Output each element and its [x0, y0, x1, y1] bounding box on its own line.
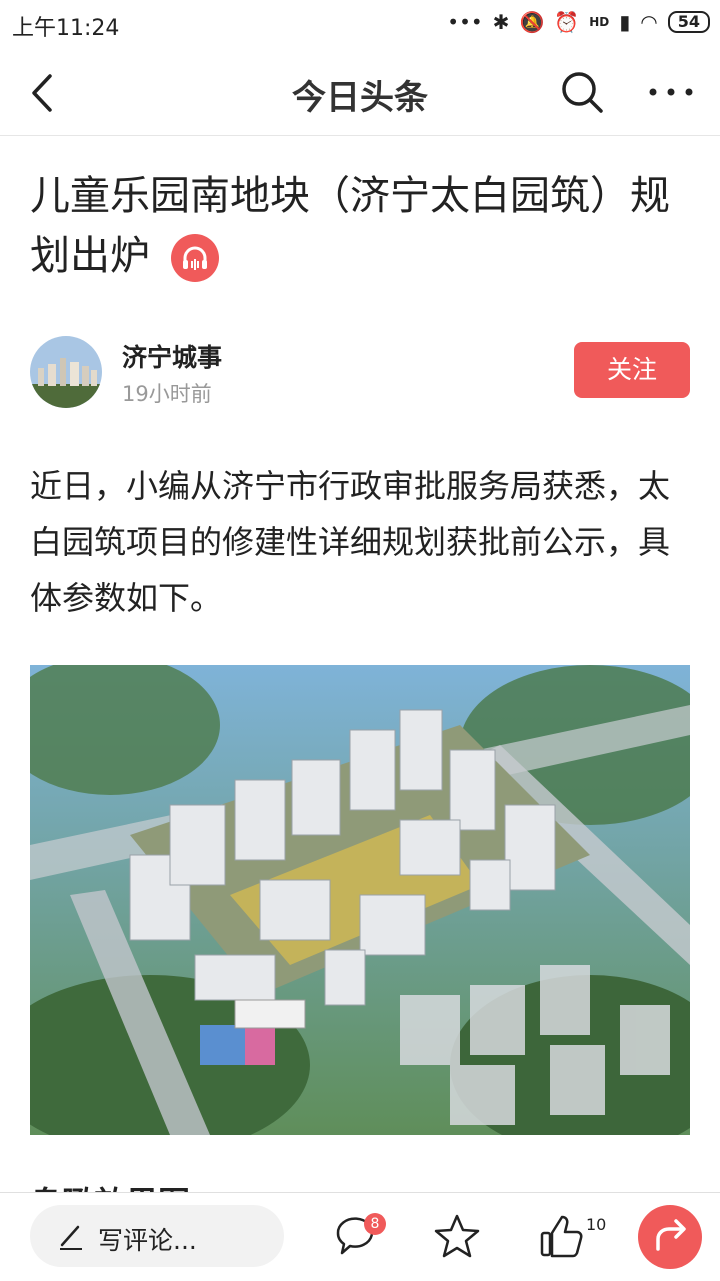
article-title-text: 儿童乐园南地块（济宁太白园筑）规划出炉 — [30, 173, 670, 279]
status-bar: 上午11:24 ••• ✱ 🔕 ⏰ HD ▮ ◠ 54 — [0, 0, 720, 50]
follow-button[interactable]: 关注 — [574, 342, 690, 398]
thumbs-up-icon[interactable] — [538, 1211, 588, 1261]
comment-placeholder: 写评论... — [98, 1226, 197, 1255]
author-avatar[interactable] — [30, 336, 102, 408]
hd-signal-icon: HD — [589, 15, 610, 29]
share-arrow-icon — [656, 1219, 686, 1251]
comment-input[interactable]: 写评论... — [30, 1205, 284, 1267]
search-icon[interactable] — [558, 68, 606, 116]
signal-icon: ▮ — [619, 10, 631, 34]
comment-count-badge: 8 — [364, 1213, 386, 1235]
publish-time: 19小时前 — [122, 382, 212, 406]
status-time: 上午11:24 — [12, 16, 120, 41]
status-icons: ••• ✱ 🔕 ⏰ HD ▮ ◠ 54 — [447, 10, 710, 34]
bluetooth-icon: ✱ — [492, 10, 510, 34]
aerial-rendering-image[interactable] — [30, 665, 690, 1135]
dots-icon: ••• — [447, 10, 483, 34]
like-count: 10 — [586, 1215, 607, 1234]
author-row: 济宁城事 19小时前 关注 — [30, 336, 690, 416]
pen-icon — [60, 1225, 82, 1250]
article-title: 儿童乐园南地块（济宁太白园筑）规划出炉 — [30, 166, 690, 286]
article-paragraph: 近日，小编从济宁市行政审批服务局获悉，太白园筑项目的修建性详细规划获批前公示，具… — [30, 467, 671, 617]
battery-icon: 54 — [667, 11, 710, 33]
bottom-action-bar: 写评论... 8 10 — [0, 1192, 720, 1281]
audio-play-icon[interactable] — [170, 234, 219, 282]
more-options-icon[interactable] — [646, 74, 696, 110]
author-name[interactable]: 济宁城事 — [122, 338, 222, 374]
wifi-icon: ◠ — [640, 10, 658, 34]
top-navbar: 今日头条 — [0, 50, 720, 136]
mute-bell-icon: 🔕 — [519, 10, 545, 34]
star-icon[interactable] — [432, 1211, 482, 1261]
app-title: 今日头条 — [292, 78, 428, 118]
share-button[interactable] — [638, 1205, 702, 1269]
alarm-icon: ⏰ — [554, 10, 580, 34]
